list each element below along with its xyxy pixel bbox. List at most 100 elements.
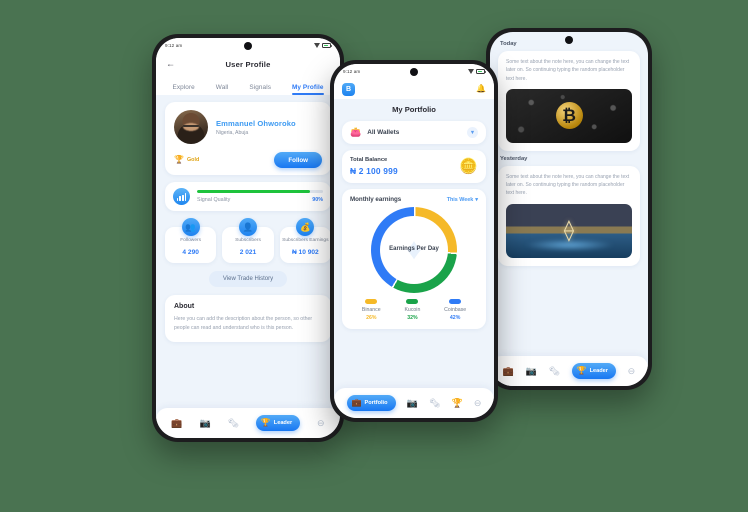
leader-trophy-icon: 🏆 — [260, 418, 271, 427]
signal-quality-card: Signal Quality 90% — [165, 182, 331, 211]
bottom-nav: 💼 Portfolio 📷 🗞 🏆 ⊖ — [334, 388, 494, 418]
camera-notch — [410, 67, 418, 76]
about-card: About Here you can add the description a… — [165, 295, 331, 343]
note-card[interactable]: Some text about the note here, you can c… — [498, 51, 640, 151]
leader-trophy-icon: 🏆 — [576, 366, 587, 375]
stat-label: Subscribers — [235, 238, 261, 243]
nav-item-portfolio[interactable]: 💼 Portfolio — [346, 395, 396, 411]
legend-item[interactable]: Binance 26% — [362, 299, 381, 321]
trophy-icon: 🏆 — [174, 155, 184, 164]
news-icon[interactable]: 🗞 — [549, 366, 560, 376]
briefcase-icon[interactable]: 💼 — [503, 366, 514, 376]
notification-bell-icon[interactable]: 🔔 — [476, 85, 486, 93]
progress-fill — [197, 190, 311, 194]
signal-bars-icon — [173, 188, 190, 205]
briefcase-icon[interactable]: 💼 — [171, 418, 182, 428]
legend-swatch — [449, 299, 462, 304]
nav-label-leader: Leader — [273, 420, 293, 426]
legend-label: Coinbase — [444, 306, 467, 313]
chevron-down-icon[interactable]: ▼ — [467, 127, 478, 138]
more-icon[interactable]: ⊖ — [317, 418, 325, 428]
bitcoin-coin-photo: ₿ — [506, 88, 632, 143]
wallet-icon[interactable]: 📷 — [199, 418, 210, 428]
tab-explore[interactable]: Explore — [172, 84, 194, 95]
subscribers-earnings-icon: 💰 — [296, 218, 315, 236]
view-trade-history-button[interactable]: View Trade History — [208, 271, 288, 288]
leader-trophy-icon[interactable]: 🏆 — [452, 398, 463, 408]
earnings-filter-label: This Week — [446, 196, 474, 203]
tab-bar: Explore Wall Signals My Profile — [156, 75, 340, 95]
legend-value: 42% — [449, 314, 461, 321]
app-header: ← User Profile — [156, 53, 340, 75]
wallet-selector[interactable]: 👛 All Wallets ▼ — [342, 121, 486, 144]
about-text: Here you can add the description about t… — [174, 316, 313, 331]
note-card[interactable]: Some text about the note here, you can c… — [498, 165, 640, 266]
stat-card-subscribers-earnings[interactable]: 💰 Subscribers Earnings ₦ 10 902 — [279, 218, 331, 264]
earnings-filter[interactable]: This Week ▾ — [447, 197, 478, 203]
earnings-title: Monthly earnings — [350, 196, 402, 203]
back-arrow-icon[interactable]: ← — [166, 59, 175, 69]
subscribers-icon: 👤 — [238, 218, 257, 236]
tab-signals[interactable]: Signals — [249, 84, 271, 95]
stats-row: 👥 Followers 4 290 👤 Subscribers 2 021 💰 … — [165, 218, 331, 264]
page-title: User Profile — [225, 59, 271, 69]
app-logo: B — [342, 82, 355, 96]
balance-text-wrap: Total Balance ₦ 2 100 999 — [350, 157, 398, 176]
nav-item-leader[interactable]: 🏆 Leader — [255, 415, 301, 431]
legend-swatch — [365, 299, 378, 304]
note-text: Some text about the note here, you can c… — [506, 59, 630, 82]
ethereum-sunset-photo: ⟠ — [506, 203, 632, 258]
camera-notch — [244, 41, 252, 50]
user-profile-screen: 9:12 am ← User Profile Explore Wall Sign… — [156, 38, 340, 438]
tab-my-profile[interactable]: My Profile — [291, 84, 324, 95]
news-icon[interactable]: 🗞 — [228, 418, 239, 428]
page-title: My Portfolio — [392, 105, 436, 114]
balance-value: ₦ 2 100 999 — [350, 166, 398, 176]
stat-card-followers[interactable]: 👥 Followers 4 290 — [165, 218, 217, 264]
status-badge: 🏆 Gold — [174, 156, 199, 164]
nav-item-leader[interactable]: 🏆 Leader — [571, 363, 616, 379]
legend-item[interactable]: Kucoin 32% — [404, 299, 420, 321]
note-day-label: Yesterday — [500, 155, 528, 162]
portfolio-body: My Portfolio 👛 All Wallets ▼ Total Balan… — [334, 99, 494, 329]
stat-label: Followers — [180, 238, 202, 243]
stat-label: Subscribers Earnings — [282, 238, 329, 243]
avatar[interactable] — [174, 110, 208, 144]
wallet-icon[interactable]: 📷 — [407, 398, 418, 408]
news-icon[interactable]: 🗞 — [429, 398, 440, 408]
tab-wall[interactable]: Wall — [216, 84, 229, 95]
legend-label: Binance — [361, 306, 381, 313]
wallet-label: All Wallets — [367, 129, 400, 136]
nav-label-leader: Leader — [589, 368, 608, 374]
status-time: 9:12 am — [343, 69, 361, 74]
more-icon[interactable]: ⊖ — [474, 398, 482, 408]
signal-percent: 90% — [312, 196, 323, 203]
earnings-donut-chart: ♦ Earnings Per Day — [371, 207, 457, 293]
wifi-icon — [467, 69, 474, 74]
battery-icon — [476, 69, 486, 74]
profile-bottom: 🏆 Gold Follow — [174, 152, 322, 168]
more-icon[interactable]: ⊖ — [628, 366, 636, 376]
profile-top: Emmanuel Ohworoko Nigeria, Abuja — [174, 110, 322, 144]
chart-legend: Binance 26% Kucoin 32% Coinbase 42% — [350, 299, 478, 321]
status-indicators — [313, 43, 332, 48]
notes-screen: Today Some text about the note here, you… — [490, 32, 648, 386]
donut-center: ♦ Earnings Per Day — [380, 216, 448, 284]
signal-meta: Signal Quality 90% — [197, 197, 323, 203]
earnings-header: Monthly earnings This Week ▾ — [350, 196, 478, 203]
coins-icon: 🪙 — [459, 158, 478, 175]
status-indicators — [467, 69, 486, 74]
stat-value: 4 290 — [182, 249, 199, 257]
wallet-icon[interactable]: 📷 — [526, 366, 537, 376]
profile-identity: Emmanuel Ohworoko Nigeria, Abuja — [216, 119, 296, 136]
total-balance-card: Total Balance ₦ 2 100 999 🪙 — [342, 150, 486, 183]
chevron-down-icon: ▾ — [475, 196, 478, 203]
badge-label: Gold — [186, 157, 200, 163]
stat-card-subscribers[interactable]: 👤 Subscribers 2 021 — [222, 218, 274, 264]
followers-icon: 👥 — [181, 218, 200, 236]
legend-item[interactable]: Coinbase 42% — [444, 299, 466, 321]
follow-button[interactable]: Follow — [274, 152, 322, 168]
legend-value: 32% — [407, 314, 418, 321]
donut-center-label: Earnings Per Day — [389, 246, 439, 253]
phone-notes: Today Some text about the note here, you… — [486, 28, 652, 390]
